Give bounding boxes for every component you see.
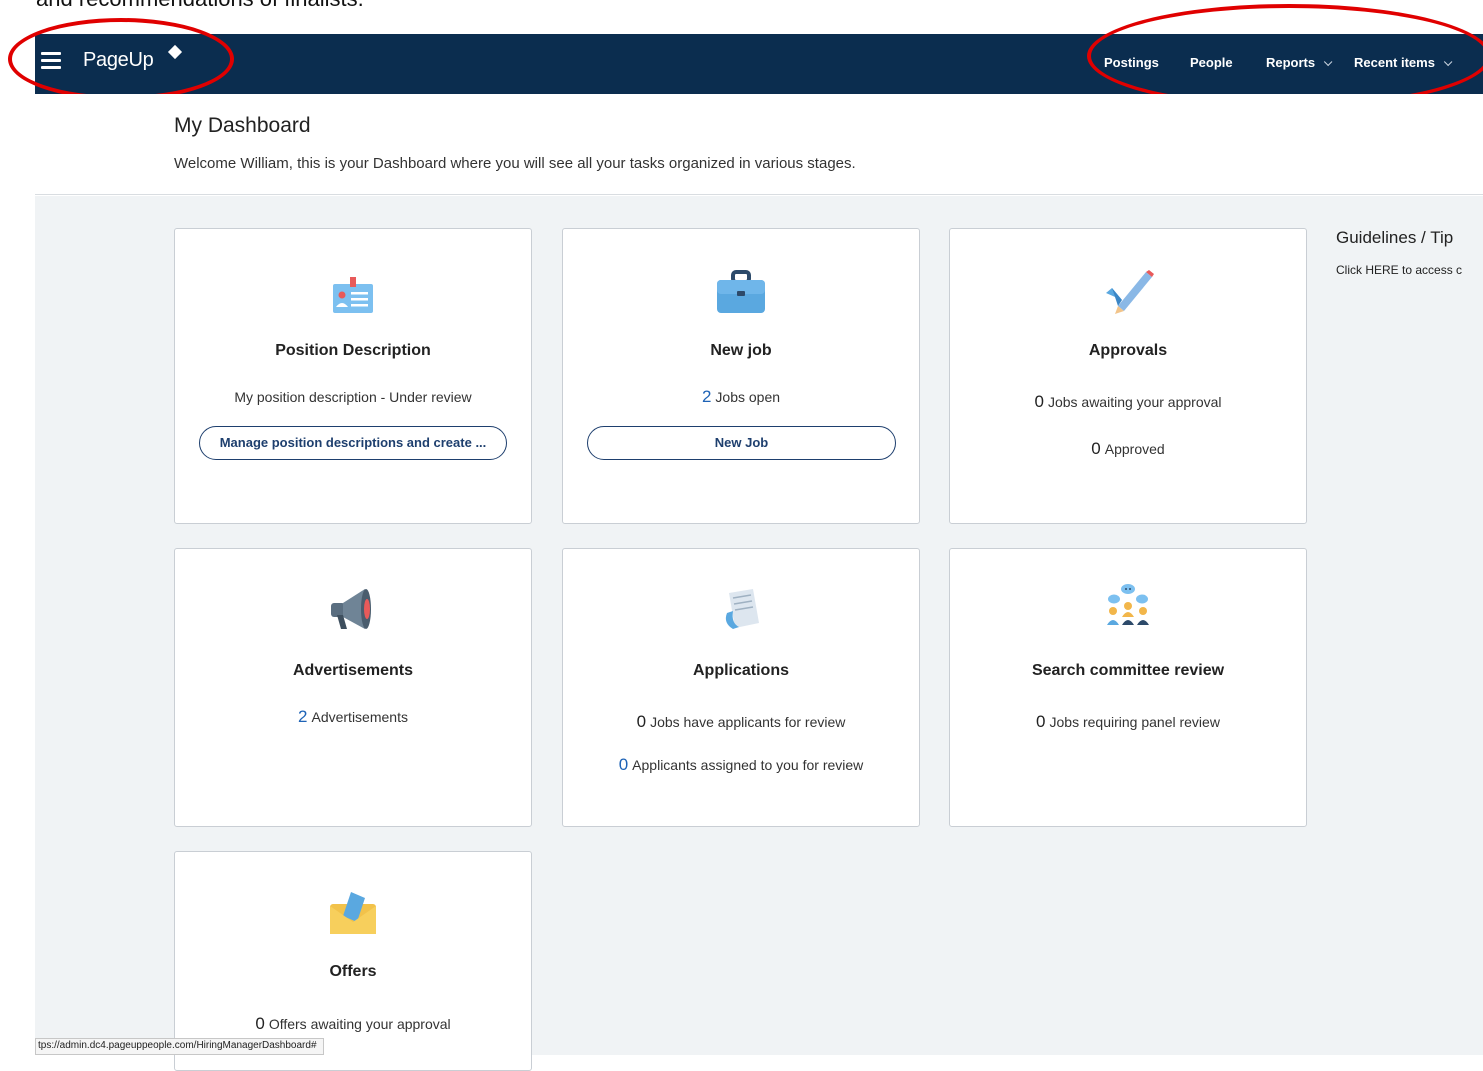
nav-reports-label: Reports xyxy=(1266,55,1316,70)
chevron-down-icon xyxy=(1324,57,1333,67)
dashboard-header: My Dashboard Welcome William, this is yo… xyxy=(35,94,1483,195)
logo-diamond-icon xyxy=(167,44,183,60)
checkmark-pencil-icon xyxy=(1106,270,1154,314)
document-top-text: and recommendations of finalists. xyxy=(0,0,1483,20)
card-search-committee-review[interactable]: Search committee review 0 Jobs requiring … xyxy=(949,548,1307,827)
card-advertisements[interactable]: Advertisements 2 Advertisements xyxy=(174,548,532,827)
welcome-message: Welcome William, this is your Dashboard … xyxy=(174,155,856,172)
approved-number: 0 xyxy=(1091,439,1101,458)
top-navbar: PageUp Postings People Reports Recent it… xyxy=(35,34,1483,94)
nav-postings[interactable]: Postings xyxy=(1104,55,1159,70)
briefcase-icon xyxy=(717,270,765,313)
jobs-with-applicants-label: Jobs have applicants for review xyxy=(650,714,846,730)
nav-people[interactable]: People xyxy=(1190,55,1233,70)
pageup-logo[interactable]: PageUp xyxy=(83,49,154,72)
card-title: Advertisements xyxy=(292,662,414,679)
card-title: New job xyxy=(710,342,772,359)
committee-people-icon xyxy=(1107,584,1149,625)
card-new-job[interactable]: New job 2 Jobs open New Job xyxy=(562,228,920,524)
card-title: Search committee review xyxy=(1031,662,1225,679)
jobs-open-label: Jobs open xyxy=(715,389,781,405)
hamburger-menu-icon[interactable] xyxy=(41,52,61,70)
advertisements-number[interactable]: 2 xyxy=(298,707,307,726)
jobs-open-number[interactable]: 2 xyxy=(702,387,711,406)
awaiting-approval-label: Jobs awaiting your approval xyxy=(1047,394,1222,410)
card-title: Offers xyxy=(329,963,377,980)
card-title: Position Description xyxy=(275,342,431,359)
new-job-button[interactable]: New Job xyxy=(587,426,896,460)
card-approvals[interactable]: Approvals 0 Jobs awaiting your approval 0… xyxy=(949,228,1307,524)
card-status-text: My position description - Under review xyxy=(234,389,472,405)
jobs-with-applicants-number: 0 xyxy=(636,712,647,731)
jobs-with-applicants[interactable]: 0 Jobs have applicants for review xyxy=(563,712,919,732)
jobs-awaiting-approval[interactable]: 0 Jobs awaiting your approval xyxy=(950,392,1306,412)
offers-label: Offers awaiting your approval xyxy=(268,1016,451,1032)
card-title: Applications xyxy=(692,662,789,679)
page-title: My Dashboard xyxy=(174,114,311,137)
nav-recent-items[interactable]: Recent items xyxy=(1354,55,1453,70)
panel-review-label: Jobs requiring panel review xyxy=(1049,714,1220,730)
envelope-icon xyxy=(330,892,376,934)
applicants-assigned-label: Applicants assigned to you for review xyxy=(632,757,864,773)
guidelines-title: Guidelines / Tip xyxy=(1336,228,1454,247)
status-bar-url: tps://admin.dc4.pageuppeople.com/HiringM… xyxy=(35,1038,324,1055)
guidelines-link[interactable]: Click HERE to access c xyxy=(1336,263,1462,277)
approved-count[interactable]: 0 Approved xyxy=(950,439,1306,459)
nav-reports[interactable]: Reports xyxy=(1266,55,1333,70)
advertisements-label: Advertisements xyxy=(311,709,408,725)
offers-number: 0 xyxy=(255,1014,265,1033)
nav-recent-items-label: Recent items xyxy=(1354,55,1435,70)
id-badge-icon xyxy=(333,277,373,313)
panel-review-count[interactable]: 0 Jobs requiring panel review xyxy=(950,712,1306,732)
card-title: Approvals xyxy=(1088,342,1168,359)
applicants-assigned[interactable]: 0 Applicants assigned to you for review xyxy=(563,755,919,775)
offers-awaiting-approval[interactable]: 0 Offers awaiting your approval xyxy=(175,1014,531,1034)
document-icon xyxy=(725,589,759,629)
applicants-assigned-number[interactable]: 0 xyxy=(619,755,628,774)
chevron-down-icon xyxy=(1443,57,1453,67)
awaiting-approval-number: 0 xyxy=(1034,392,1044,411)
approved-label: Approved xyxy=(1104,441,1165,457)
panel-review-number: 0 xyxy=(1036,712,1046,731)
card-position-description[interactable]: Position Description My position descrip… xyxy=(174,228,532,524)
jobs-open-count[interactable]: 2 Jobs open xyxy=(563,387,919,407)
advertisements-count[interactable]: 2 Advertisements xyxy=(175,707,531,727)
megaphone-icon xyxy=(331,589,371,629)
card-applications[interactable]: Applications 0 Jobs have applicants for r… xyxy=(562,548,920,827)
manage-position-descriptions-button[interactable]: Manage position descriptions and create … xyxy=(199,426,507,460)
dashboard-content: Position Description My position descrip… xyxy=(35,196,1483,1071)
